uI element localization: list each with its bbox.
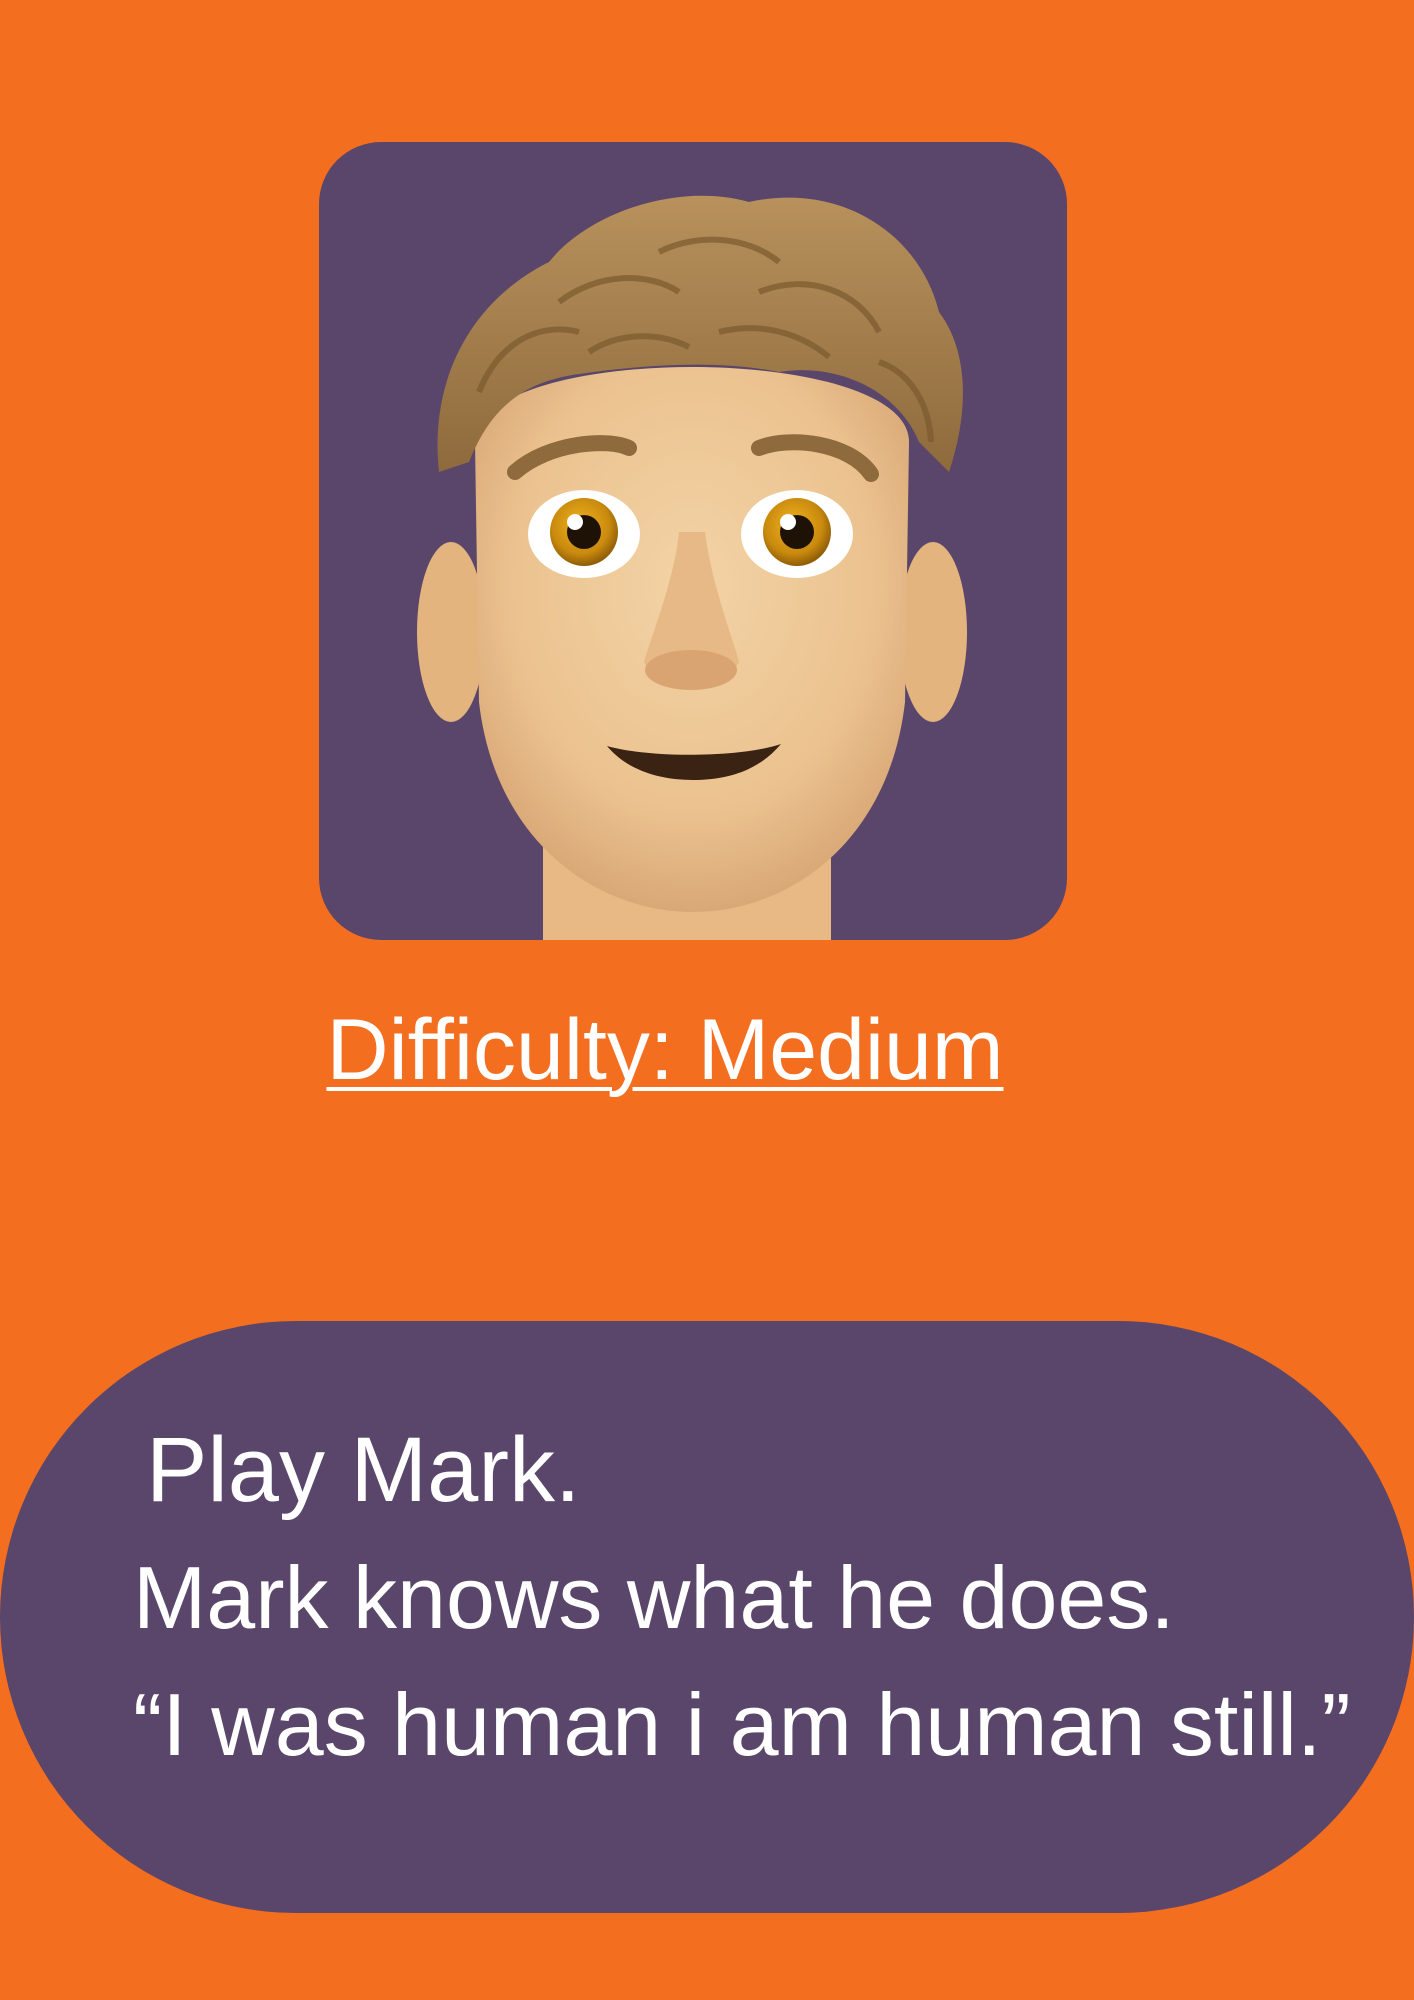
intro-title: Play Mark. [146, 1419, 581, 1521]
intro-panel: Play Mark. Mark knows what he does. “I w… [0, 1321, 1414, 1913]
intro-description: Mark knows what he does. [133, 1548, 1175, 1647]
intro-quote: “I was human i am human still.” [133, 1675, 1351, 1774]
difficulty-link[interactable]: Difficulty: Medium [0, 1000, 1330, 1100]
memoji-man-curly-hair-icon [417, 195, 967, 940]
character-avatar-card [319, 142, 1067, 940]
